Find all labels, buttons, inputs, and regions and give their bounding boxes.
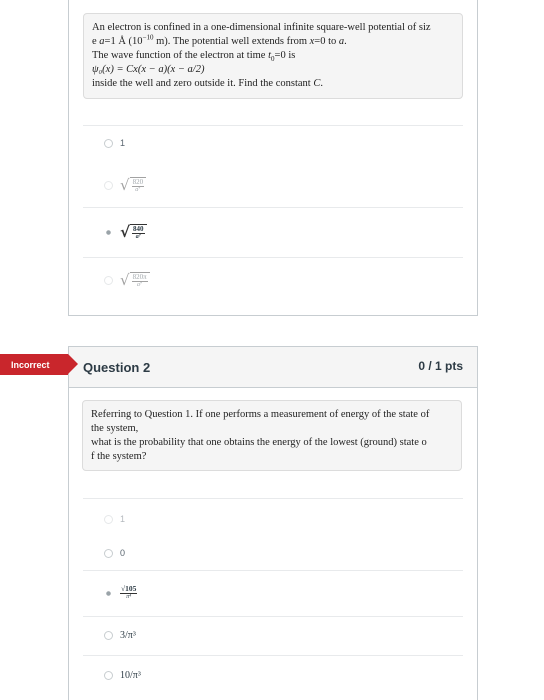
incorrect-flag: Incorrect [0,354,78,375]
question-1-card: An electron is confined in a one-dimensi… [68,0,478,316]
divider [83,207,463,208]
sqrt-fraction: √ 820π a⁷ [120,272,150,289]
q2-answer-option[interactable]: 3/π³ [104,630,136,641]
divider [83,498,463,499]
divider [83,125,463,126]
radical-sign: √ [120,176,130,194]
radio-button[interactable] [104,514,113,524]
fraction-denominator: a⁷ [135,187,141,193]
question-2-prompt: Referring to Question 1. If one performs… [82,400,462,471]
fraction-denominator: π⁴ [126,594,132,600]
radio-button[interactable] [104,548,113,558]
prompt-line: the system, [91,423,139,434]
radio-button-selected[interactable] [104,588,113,598]
radio-button[interactable] [104,138,113,148]
sqrt-fraction: √ 820 a⁷ [120,176,147,194]
fraction: √105 π⁴ [120,584,138,601]
radical-sign: √ [120,271,130,289]
answer-label: 1 [120,514,126,524]
divider [83,570,463,571]
q2-answer-option-selected[interactable]: √105 π⁴ [104,584,138,601]
wave-function-formula: ψ₀(x) = Cx(x − a)(x − a/2) [92,64,205,75]
q1-answer-option[interactable]: √ 820 a⁷ [104,176,147,194]
q1-answer-option[interactable]: √ 820π a⁷ [104,272,150,289]
q2-answer-option[interactable]: 1 [104,514,125,524]
fraction-denominator: a⁷ [135,234,141,240]
q2-answer-option[interactable]: 0 [104,548,125,558]
answer-label: 1 [120,138,126,148]
fraction-numerator: 840 [132,225,145,234]
fraction-numerator: 820 [131,178,145,187]
prompt-line: f the system? [91,451,147,462]
fraction-numerator: 820π [131,273,148,282]
answer-label: 10/π³ [120,670,141,681]
prompt-line: The wave function of the electron at tim… [92,50,296,64]
question-1-prompt: An electron is confined in a one-dimensi… [83,13,463,99]
fraction-numerator: √105 [120,584,138,594]
prompt-line: e a=1 Å (10−10 m). The potential well ex… [92,33,347,47]
prompt-line: what is the probability that one obtains… [91,437,427,448]
radio-button[interactable] [104,631,113,640]
fraction-denominator: a⁷ [137,282,143,288]
q2-answer-option[interactable]: 10/π³ [104,670,141,681]
prompt-line: Referring to Question 1. If one performs… [91,409,430,420]
q1-answer-option[interactable]: 1 [104,138,125,148]
divider [83,616,463,617]
answer-label: 0 [120,548,126,558]
prompt-line: inside the well and zero outside it. Fin… [92,78,323,89]
question-header: Question 2 0 / 1 pts [69,347,477,388]
sqrt-fraction: √ 840 a⁷ [120,224,147,241]
radio-button[interactable] [104,181,113,190]
divider [83,257,463,258]
q1-answer-option-selected[interactable]: √ 840 a⁷ [104,224,147,241]
radical-sign: √ [120,223,131,241]
question-title: Question 2 [83,360,151,375]
divider [83,655,463,656]
radio-button[interactable] [104,276,113,285]
question-points: 0 / 1 pts [418,359,463,373]
radio-button-selected[interactable] [104,228,113,237]
radio-button[interactable] [104,671,113,680]
answer-label: 3/π³ [120,630,136,641]
